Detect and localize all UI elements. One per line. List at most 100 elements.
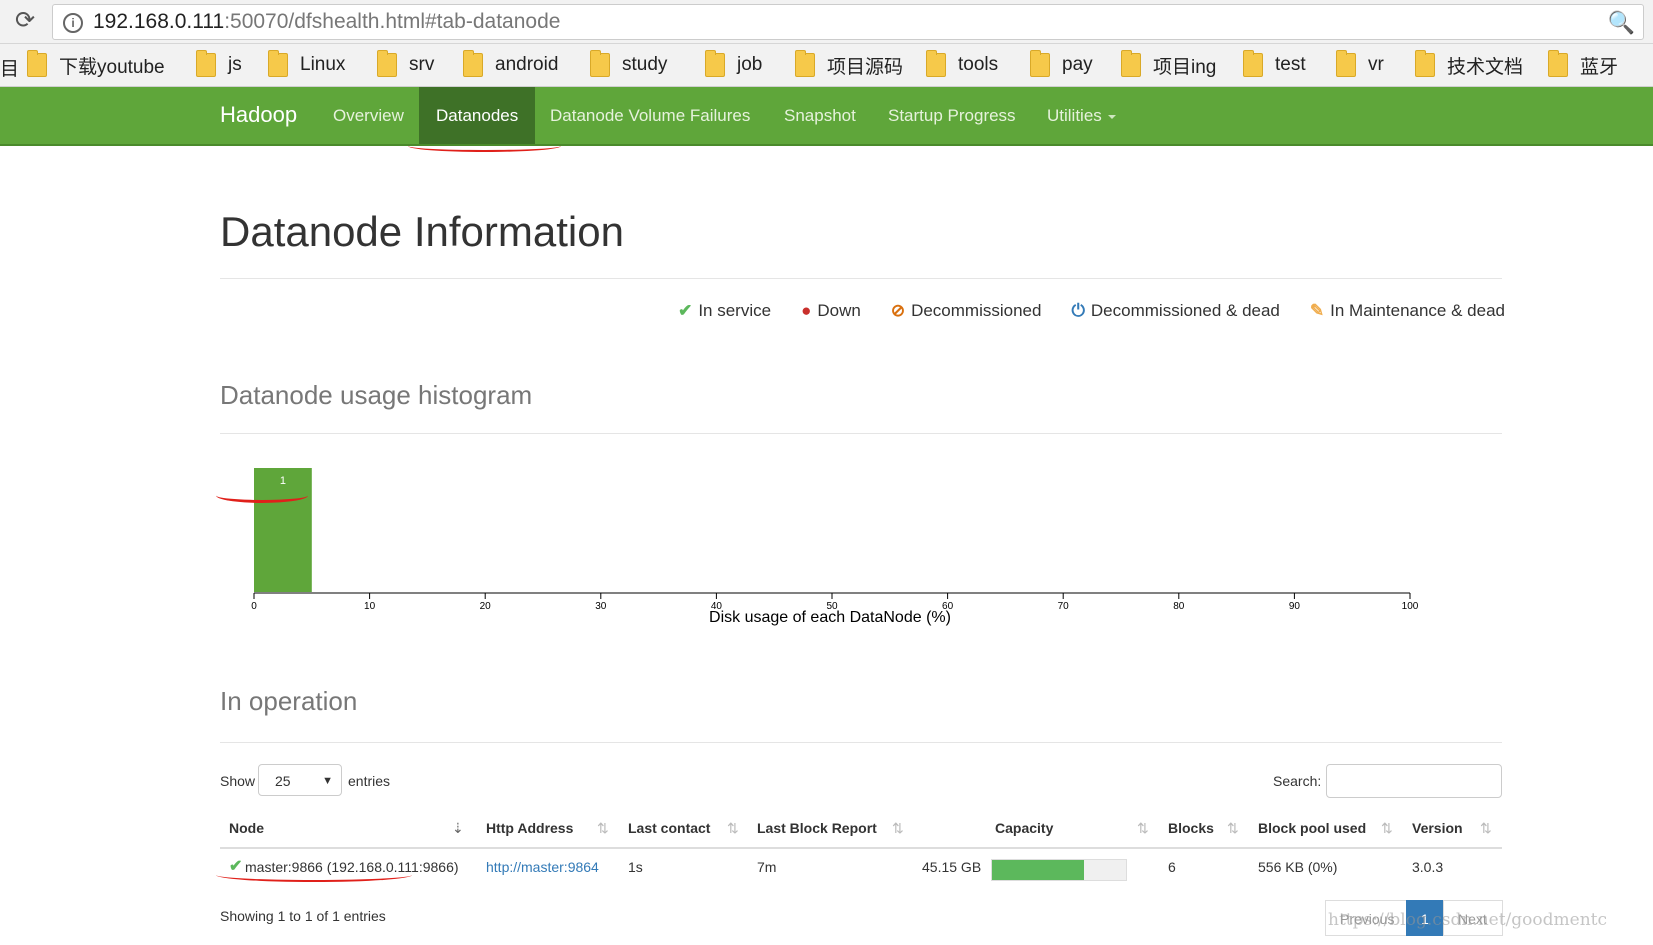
nav-datanodes[interactable]: Datanodes xyxy=(419,87,536,144)
page-size-value: 25 xyxy=(275,773,291,789)
col-last-contact[interactable]: Last contact xyxy=(628,820,710,836)
col-node[interactable]: Node xyxy=(229,820,264,836)
bookmark-label: pay xyxy=(1062,54,1093,75)
bookmark-folder[interactable]: js xyxy=(196,50,242,78)
legend-in-service: ✔ In service xyxy=(678,301,771,321)
folder-icon xyxy=(1415,50,1435,77)
operation-title: In operation xyxy=(220,686,358,716)
row-http-address[interactable]: http://master:9864 xyxy=(486,859,599,875)
bookmark-label: study xyxy=(622,54,668,75)
bookmark-folder[interactable]: vr xyxy=(1336,50,1384,78)
x-tick-label: 100 xyxy=(1402,601,1419,612)
row-capacity: 45.15 GB xyxy=(922,859,982,875)
bookmark-folder[interactable]: android xyxy=(463,50,559,78)
col-version[interactable]: Version xyxy=(1412,820,1463,836)
sort-icon[interactable]: ⇅ xyxy=(1381,820,1393,837)
folder-icon xyxy=(196,50,216,77)
sort-icon[interactable]: ⇅ xyxy=(727,820,739,837)
x-axis-title: Disk usage of each DataNode (%) xyxy=(709,609,951,626)
info-icon[interactable]: i xyxy=(63,13,83,33)
x-tick-label: 80 xyxy=(1173,601,1185,612)
x-tick-label: 40 xyxy=(711,601,723,612)
folder-icon xyxy=(377,50,397,77)
x-tick-label: 10 xyxy=(364,601,376,612)
legend-label: Down xyxy=(817,301,861,320)
page-title: Datanode Information xyxy=(220,208,624,255)
x-tick-label: 30 xyxy=(595,601,607,612)
legend-label: In service xyxy=(698,301,772,320)
folder-icon xyxy=(1030,50,1050,77)
bookmarks-bar: 目 下载youtube js Linux srv android study j… xyxy=(0,44,1653,87)
dropdown-arrow-icon: ▼ xyxy=(322,775,333,787)
sort-icon[interactable]: ⇅ xyxy=(1227,820,1239,837)
red-annotation-underline xyxy=(408,140,561,152)
bookmark-folder[interactable]: 蓝牙 xyxy=(1548,50,1619,78)
bookmark-folder[interactable]: srv xyxy=(377,50,434,78)
bookmark-folder[interactable]: pay xyxy=(1030,50,1093,78)
sort-icon[interactable]: ⇅ xyxy=(1137,820,1149,837)
url-field[interactable]: i 192.168.0.111:50070/dfshealth.html#tab… xyxy=(52,4,1644,40)
bookmark-folder[interactable]: tools xyxy=(926,50,998,78)
bookmark-folder[interactable]: 下载youtube xyxy=(27,50,165,78)
http-address-link[interactable]: http://master:9864 xyxy=(486,859,599,875)
capacity-progress-bar xyxy=(991,859,1127,881)
bookmark-folder[interactable]: 项目ing xyxy=(1121,50,1217,78)
bookmark-cut-label[interactable]: 目 xyxy=(0,54,19,81)
histogram-title: Datanode usage histogram xyxy=(220,380,533,410)
sort-icon[interactable]: ⇅ xyxy=(892,820,904,837)
nav-startup-progress[interactable]: Startup Progress xyxy=(871,87,1033,144)
bookmark-label: android xyxy=(495,54,559,75)
bookmark-folder[interactable]: test xyxy=(1243,50,1306,78)
hadoop-navbar: Hadoop Overview Datanodes Datanode Volum… xyxy=(0,87,1653,146)
sort-icon[interactable]: ⇅ xyxy=(597,820,609,837)
x-tick-label: 60 xyxy=(942,601,954,612)
col-block-pool-used[interactable]: Block pool used xyxy=(1258,820,1366,836)
nav-utilities[interactable]: Utilities xyxy=(1030,87,1133,144)
bookmark-label: 技术文档 xyxy=(1447,56,1524,78)
bookmark-folder[interactable]: job xyxy=(705,50,762,78)
sort-icon[interactable]: ⇅ xyxy=(1480,820,1492,837)
nav-overview[interactable]: Overview xyxy=(316,87,421,144)
table-header-divider xyxy=(220,847,1502,849)
nav-snapshot[interactable]: Snapshot xyxy=(767,87,873,144)
folder-icon xyxy=(1243,50,1263,77)
divider xyxy=(220,278,1502,279)
folder-icon xyxy=(926,50,946,77)
row-last-block-report: 7m xyxy=(757,859,777,875)
row-version: 3.0.3 xyxy=(1412,859,1444,875)
bookmark-label: vr xyxy=(1368,54,1384,75)
page-size-select[interactable]: 25 ▼ xyxy=(258,764,342,796)
bookmark-folder[interactable]: 项目源码 xyxy=(795,50,904,78)
brand-logo[interactable]: Hadoop xyxy=(220,102,297,128)
red-annotation-node-underline xyxy=(216,868,412,882)
legend-label: In Maintenance & dead xyxy=(1330,301,1505,320)
col-blocks[interactable]: Blocks xyxy=(1168,820,1214,836)
check-icon: ✔ xyxy=(678,301,693,320)
bookmark-folder[interactable]: study xyxy=(590,50,668,78)
zoom-icon[interactable]: 🔍 xyxy=(1608,10,1635,36)
col-last-block-report[interactable]: Last Block Report xyxy=(757,820,877,836)
sort-desc-icon[interactable]: ⇣ xyxy=(452,820,464,837)
search-input[interactable] xyxy=(1326,764,1502,798)
showing-info: Showing 1 to 1 of 1 entries xyxy=(220,908,386,924)
bookmark-label: 项目源码 xyxy=(827,56,904,78)
bookmark-label: 蓝牙 xyxy=(1580,56,1619,78)
legend-down: ● Down xyxy=(801,301,861,321)
reload-icon[interactable]: ⟳ xyxy=(12,8,38,34)
url-text[interactable]: 192.168.0.111:50070/dfshealth.html#tab-d… xyxy=(93,10,560,34)
bookmark-label: 项目ing xyxy=(1153,56,1217,78)
bookmark-folder[interactable]: 技术文档 xyxy=(1415,50,1524,78)
browser-address-bar: ⟳ i 192.168.0.111:50070/dfshealth.html#t… xyxy=(0,0,1653,44)
bookmark-folder[interactable]: Linux xyxy=(268,50,345,78)
legend-label: Decommissioned xyxy=(911,301,1042,320)
bookmark-label: 下载youtube xyxy=(59,56,165,78)
col-capacity[interactable]: Capacity xyxy=(995,820,1053,836)
legend-decommissioned: ⊘ Decommissioned xyxy=(891,301,1042,321)
col-http-address[interactable]: Http Address xyxy=(486,820,573,836)
row-last-contact: 1s xyxy=(628,859,643,875)
power-icon: ⏻ xyxy=(1071,301,1085,320)
ban-icon: ⊘ xyxy=(890,301,906,320)
histogram-bar xyxy=(254,468,312,592)
nav-volume-failures[interactable]: Datanode Volume Failures xyxy=(533,87,767,144)
bar-count-label: 1 xyxy=(280,475,286,487)
